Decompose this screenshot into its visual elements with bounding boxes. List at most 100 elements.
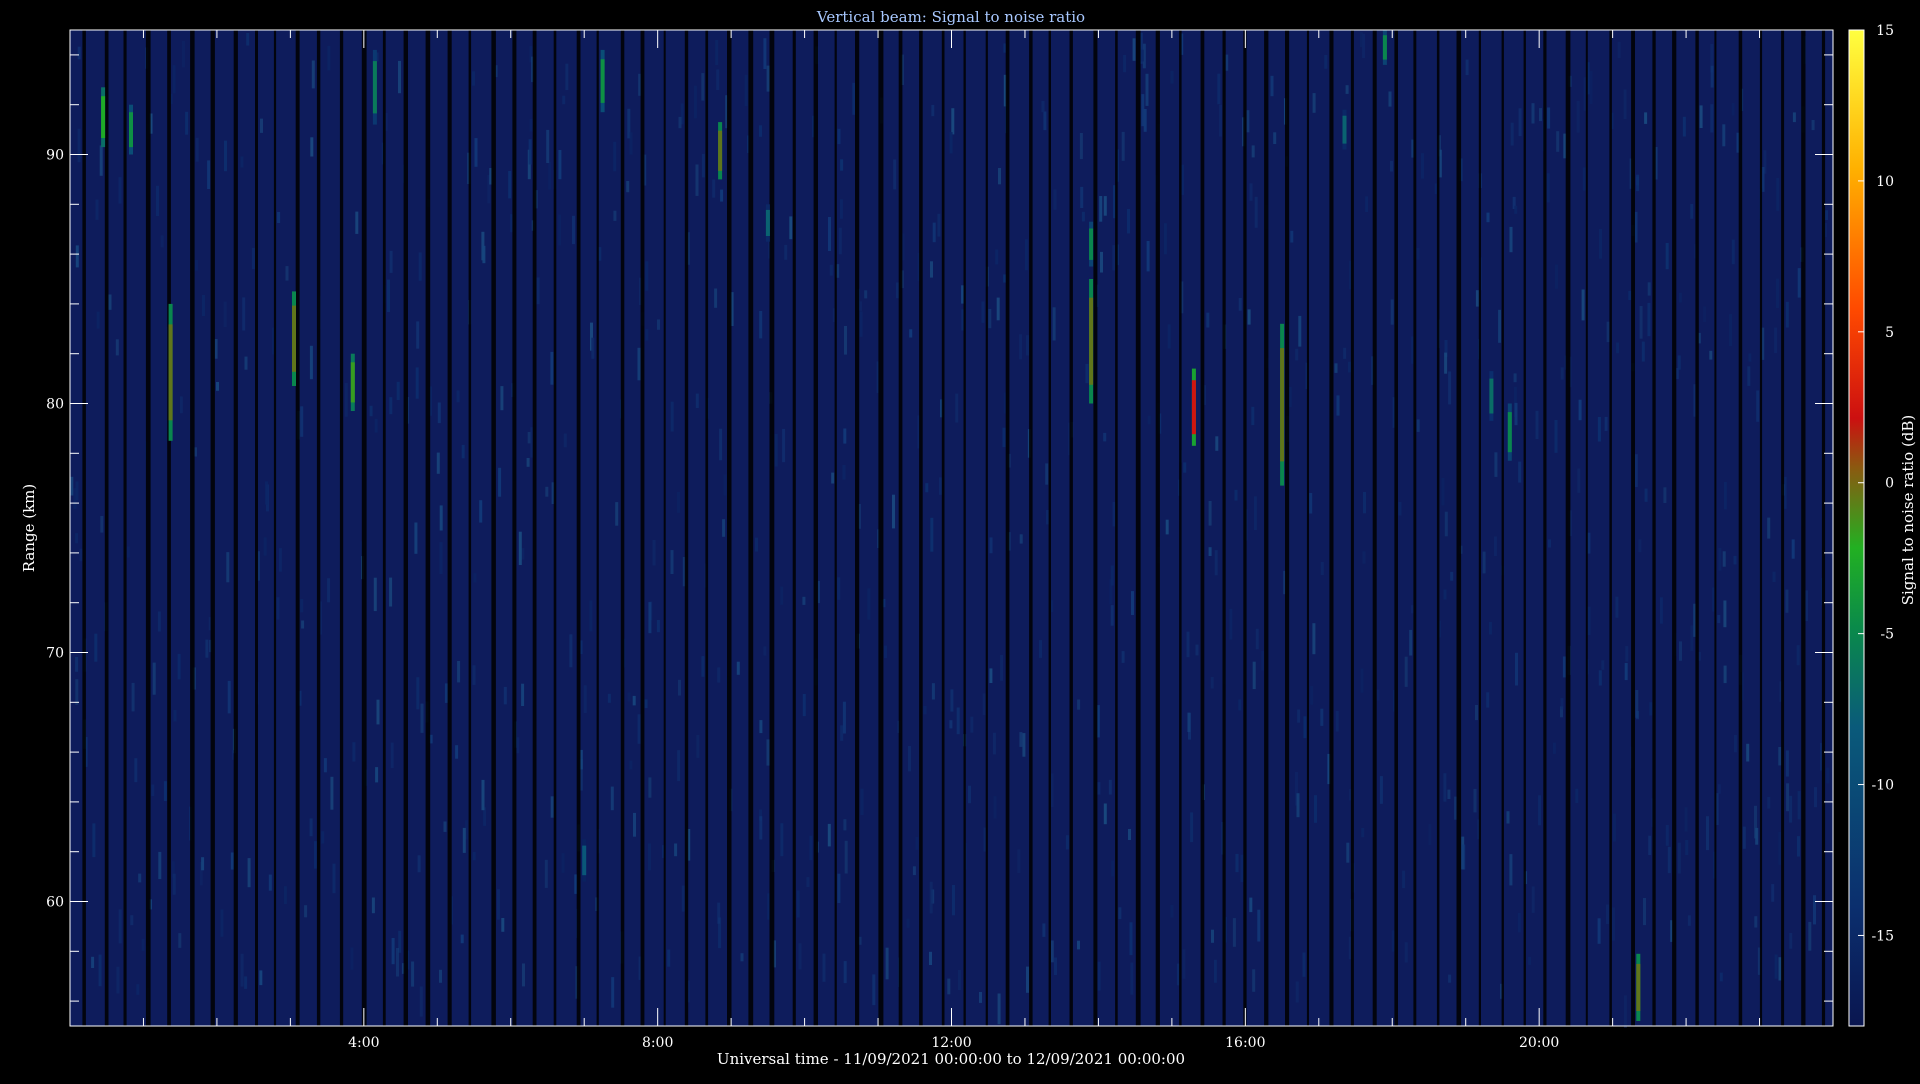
noise-speckle (1360, 668, 1364, 693)
noise-speckle (1097, 782, 1101, 795)
x-tick-label: 4:00 (348, 1035, 379, 1051)
noise-speckle (157, 611, 161, 632)
noise-speckle (416, 321, 420, 349)
data-gap-stripe (1501, 30, 1504, 1026)
noise-speckle (369, 405, 373, 417)
noise-speckle (988, 309, 992, 329)
noise-speckle (1624, 662, 1628, 681)
noise-speckle (323, 758, 327, 773)
noise-speckle (134, 758, 138, 783)
data-gap-stripe (1093, 30, 1098, 1026)
noise-speckle (550, 351, 554, 385)
noise-speckle (1587, 606, 1591, 636)
noise-speckle (545, 486, 549, 497)
noise-speckle (1723, 482, 1727, 510)
noise-speckle (1255, 628, 1259, 650)
echo-trace (350, 362, 355, 403)
noise-speckle (843, 961, 847, 984)
noise-speckle (1581, 289, 1585, 321)
noise-speckle (1643, 898, 1646, 926)
noise-speckle (657, 319, 660, 330)
noise-speckle (91, 956, 95, 968)
noise-speckle (201, 857, 205, 871)
echo-trace (1342, 115, 1347, 144)
noise-speckle (723, 474, 727, 496)
noise-speckle (1214, 550, 1218, 576)
noise-speckle (1039, 640, 1042, 658)
noise-speckle (1636, 174, 1640, 192)
noise-speckle (396, 381, 400, 400)
noise-speckle (240, 953, 244, 987)
noise-speckle (1391, 930, 1395, 952)
noise-speckle (982, 693, 986, 716)
noise-speckle (906, 918, 910, 928)
y-tick-label: 60 (46, 895, 64, 911)
noise-speckle (1127, 209, 1130, 234)
data-gap-stripe (769, 30, 775, 1026)
noise-speckle (1589, 71, 1593, 104)
noise-speckle (173, 710, 177, 722)
noise-speckle (1623, 89, 1627, 119)
noise-speckle (1359, 32, 1363, 48)
noise-speckle (884, 645, 887, 658)
noise-speckle (789, 216, 793, 240)
noise-speckle (1597, 918, 1601, 944)
noise-speckle (98, 954, 102, 987)
noise-speckle (411, 961, 415, 987)
noise-speckle (1290, 230, 1294, 243)
noise-speckle (1362, 551, 1366, 564)
noise-speckle (1797, 836, 1800, 857)
noise-speckle (95, 199, 99, 220)
noise-speckle (1488, 622, 1492, 635)
noise-speckle (521, 683, 525, 706)
noise-speckle (1246, 110, 1250, 133)
x-tick-label: 16:00 (1225, 1035, 1265, 1051)
echo-trace (292, 305, 296, 372)
noise-speckle (138, 873, 142, 883)
noise-speckle (1273, 132, 1277, 144)
noise-speckle (1785, 750, 1789, 777)
noise-speckle (416, 677, 420, 710)
noise-speckle (1513, 373, 1517, 383)
noise-speckle (763, 38, 767, 69)
echo-trace (372, 61, 377, 114)
noise-speckle (1017, 849, 1021, 874)
noise-speckle (1002, 427, 1006, 448)
noise-speckle (714, 288, 718, 308)
data-gap-stripe (553, 30, 557, 1026)
noise-speckle (1421, 153, 1424, 179)
noise-speckle (1797, 791, 1801, 820)
noise-speckle (1690, 204, 1694, 219)
data-gap-stripe (468, 30, 472, 1026)
noise-speckle (637, 714, 641, 744)
noise-speckle (637, 347, 641, 381)
noise-speckle (1247, 309, 1251, 325)
data-gap-stripe (1115, 30, 1118, 1026)
noise-speckle (979, 992, 982, 1003)
noise-speckle (1598, 670, 1602, 686)
noise-speckle (932, 222, 936, 243)
noise-speckle (1510, 122, 1514, 146)
noise-speckle (840, 725, 844, 741)
data-gap-stripe (941, 30, 945, 1026)
noise-speckle (1310, 686, 1314, 705)
noise-speckle (1312, 623, 1316, 655)
noise-speckle (158, 851, 162, 880)
noise-speckle (717, 667, 721, 683)
noise-speckle (565, 63, 569, 91)
noise-speckle (951, 108, 955, 135)
noise-speckle (1587, 532, 1591, 554)
noise-speckle (572, 215, 575, 245)
noise-speckle (75, 679, 79, 705)
noise-speckle (759, 125, 762, 137)
noise-speckle (94, 633, 98, 662)
colorbar-tick-label: -5 (1880, 627, 1894, 643)
noise-speckle (837, 128, 841, 145)
noise-speckle (1659, 597, 1663, 624)
echo-trace (1507, 412, 1512, 453)
noise-speckle (116, 966, 120, 994)
noise-speckle (77, 46, 81, 60)
noise-speckle (1582, 167, 1586, 191)
noise-speckle (1636, 711, 1639, 720)
noise-speckle (1324, 55, 1328, 69)
